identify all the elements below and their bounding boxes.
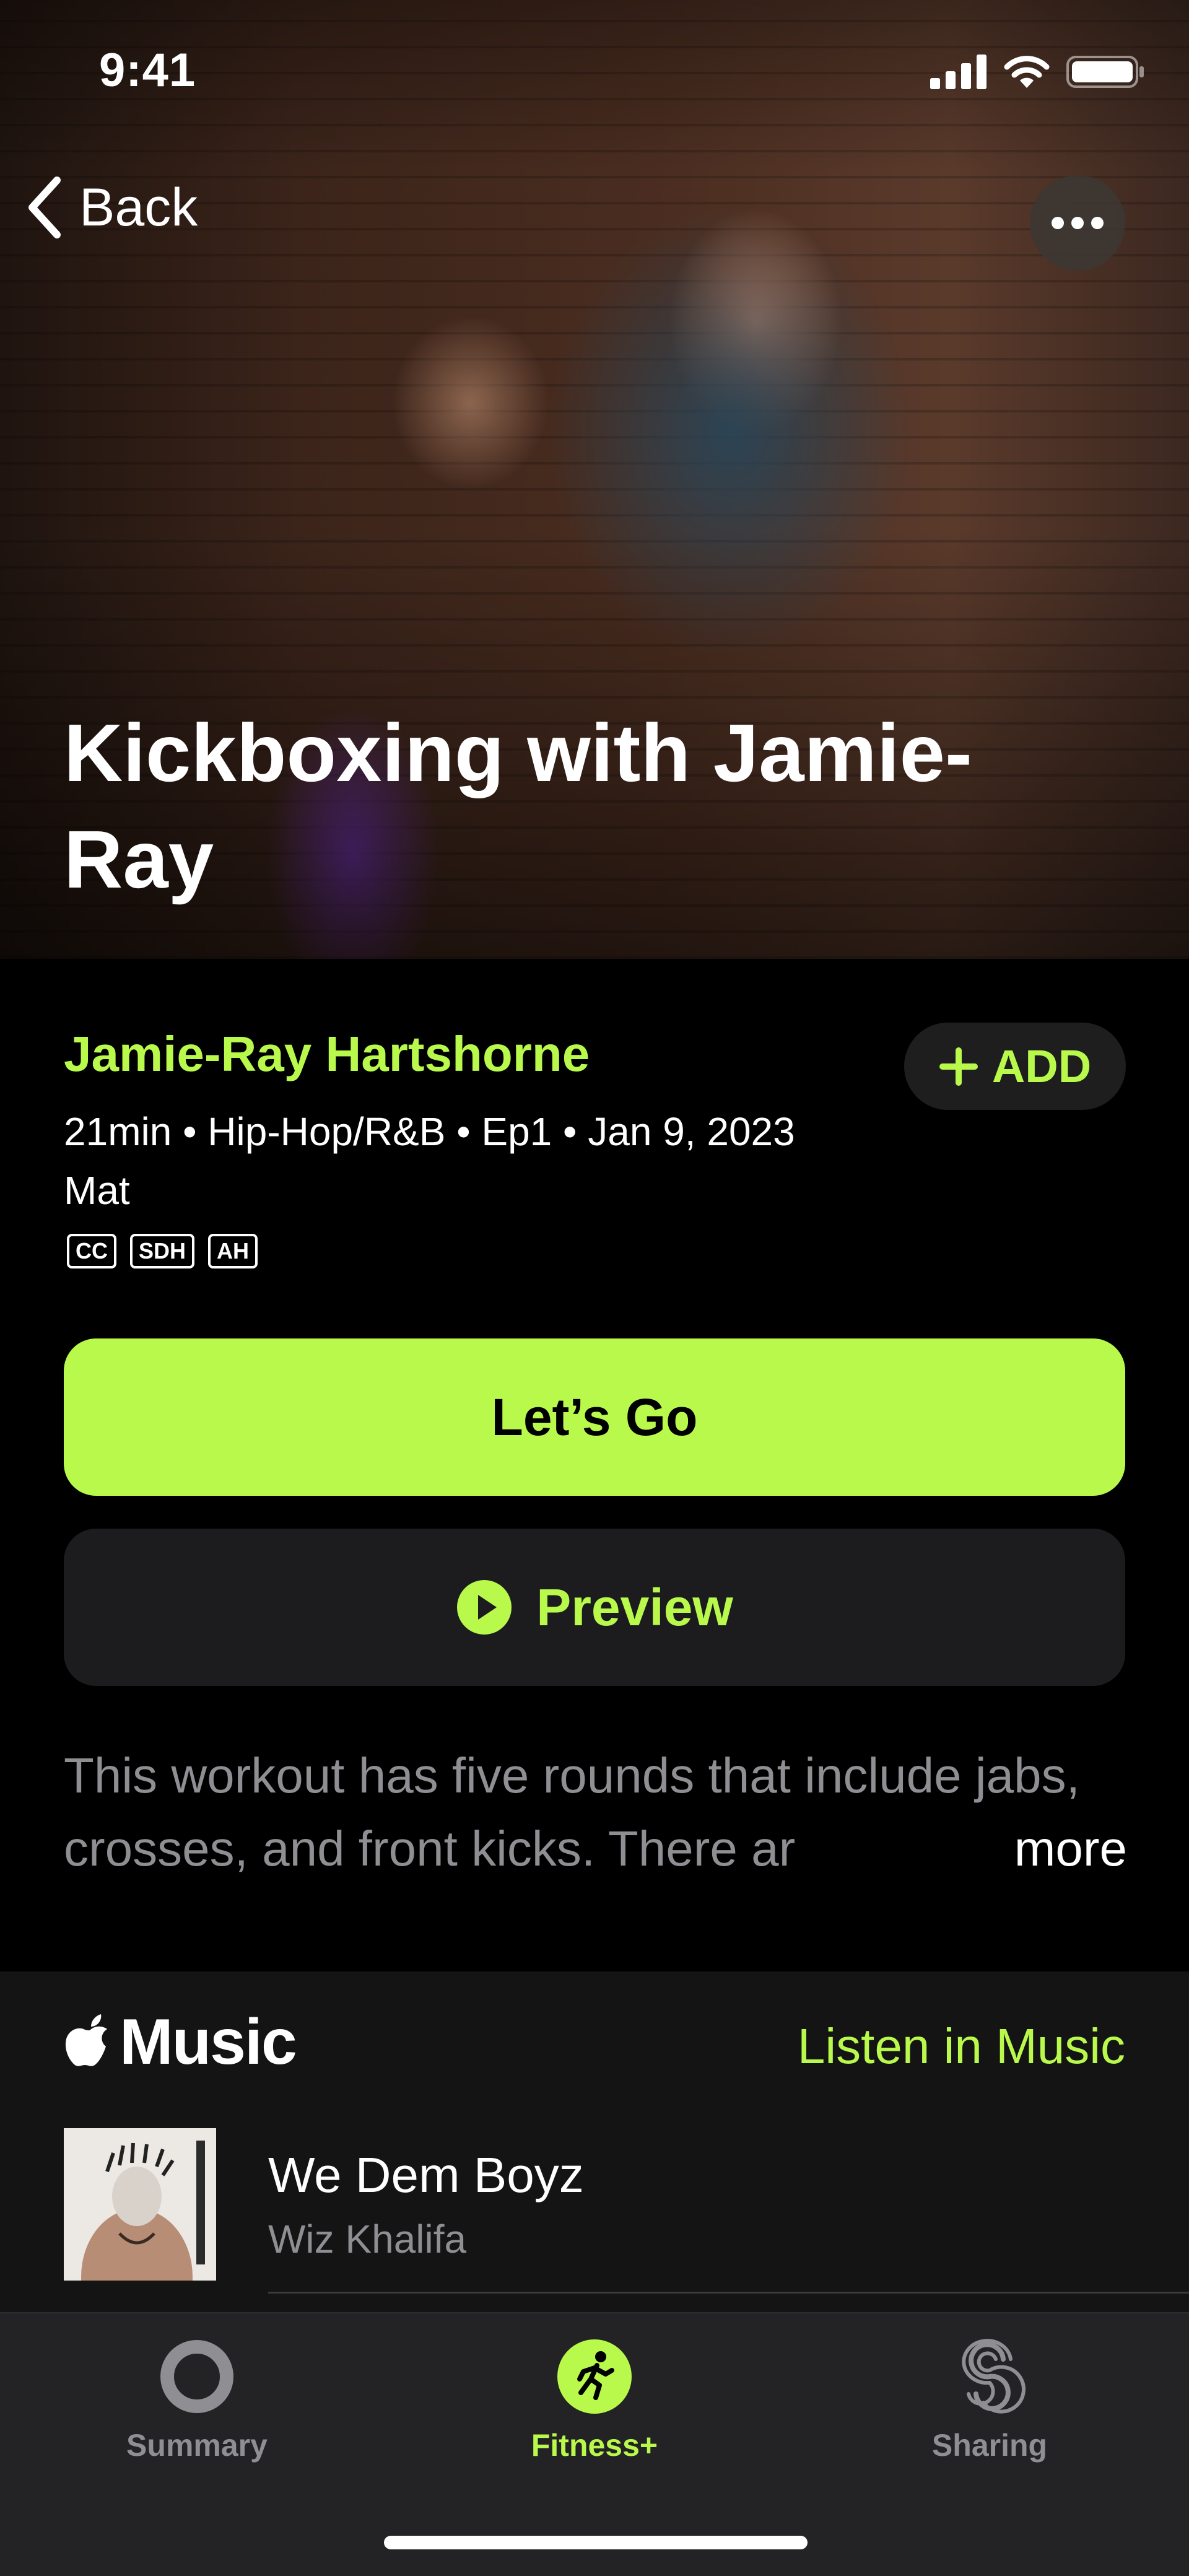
lets-go-button[interactable]: Let’s Go bbox=[64, 1338, 1125, 1496]
album-cover-image bbox=[64, 2128, 216, 2281]
ellipsis-icon-dot bbox=[1052, 217, 1064, 229]
cc-badge: CC bbox=[67, 1234, 116, 1268]
cellular-signal-icon bbox=[930, 55, 986, 89]
track-title: We Dem Boyz bbox=[268, 2147, 584, 2203]
tab-label-fitness-plus: Fitness+ bbox=[531, 2428, 658, 2463]
workout-title: Kickboxing with Jamie-Ray bbox=[64, 707, 972, 905]
ellipsis-icon-dot bbox=[1071, 217, 1084, 229]
accessibility-badges: CC SDH AH bbox=[67, 1234, 258, 1268]
status-bar: 9:41 bbox=[0, 0, 1189, 149]
tab-label-summary: Summary bbox=[126, 2428, 268, 2463]
more-options-button[interactable] bbox=[1030, 175, 1125, 271]
track-row[interactable]: We Dem Boyz Wiz Khalifa bbox=[64, 2128, 1189, 2294]
wifi-icon bbox=[1004, 56, 1050, 88]
workout-equipment: Mat bbox=[64, 1168, 130, 1213]
back-button[interactable]: Back bbox=[26, 177, 198, 238]
apple-logo-icon bbox=[65, 2014, 107, 2066]
preview-label: Preview bbox=[536, 1578, 733, 1636]
sharing-icon bbox=[962, 2339, 1026, 2414]
home-indicator[interactable] bbox=[384, 2536, 808, 2549]
apple-music-logo: Music bbox=[64, 2006, 297, 2079]
tab-summary[interactable]: Summary bbox=[67, 2338, 327, 2463]
add-button[interactable]: ADD bbox=[904, 1023, 1126, 1110]
activity-ring-icon bbox=[160, 2340, 233, 2413]
divider bbox=[268, 2292, 1189, 2294]
music-brand-label: Music bbox=[120, 2006, 297, 2078]
runner-icon bbox=[557, 2339, 632, 2414]
listen-in-music-link[interactable]: Listen in Music bbox=[798, 2018, 1125, 2075]
plus-icon bbox=[939, 1047, 978, 1086]
workout-meta: 21min • Hip-Hop/R&B • Ep1 • Jan 9, 2023 bbox=[64, 1109, 795, 1154]
lets-go-label: Let’s Go bbox=[491, 1387, 698, 1446]
tab-sharing[interactable]: Sharing bbox=[860, 2338, 1120, 2463]
album-art bbox=[64, 2128, 216, 2281]
status-icons bbox=[930, 55, 1146, 89]
ah-badge: AH bbox=[208, 1234, 258, 1268]
track-artist: Wiz Khalifa bbox=[268, 2217, 467, 2261]
add-label: ADD bbox=[991, 1041, 1092, 1092]
instructor-name: Jamie-Ray Hartshorne bbox=[64, 1026, 590, 1081]
ellipsis-icon-dot bbox=[1091, 217, 1104, 229]
more-link[interactable]: more bbox=[941, 1812, 1127, 1885]
preview-button[interactable]: Preview bbox=[64, 1529, 1125, 1686]
sdh-badge: SDH bbox=[130, 1234, 195, 1268]
chevron-left-icon bbox=[28, 177, 61, 238]
tab-label-sharing: Sharing bbox=[931, 2428, 1048, 2463]
battery-icon bbox=[1066, 56, 1144, 88]
back-label: Back bbox=[79, 177, 198, 237]
tab-fitness-plus[interactable]: Fitness+ bbox=[464, 2338, 725, 2463]
status-time: 9:41 bbox=[99, 44, 196, 97]
play-circle-icon bbox=[457, 1580, 512, 1635]
